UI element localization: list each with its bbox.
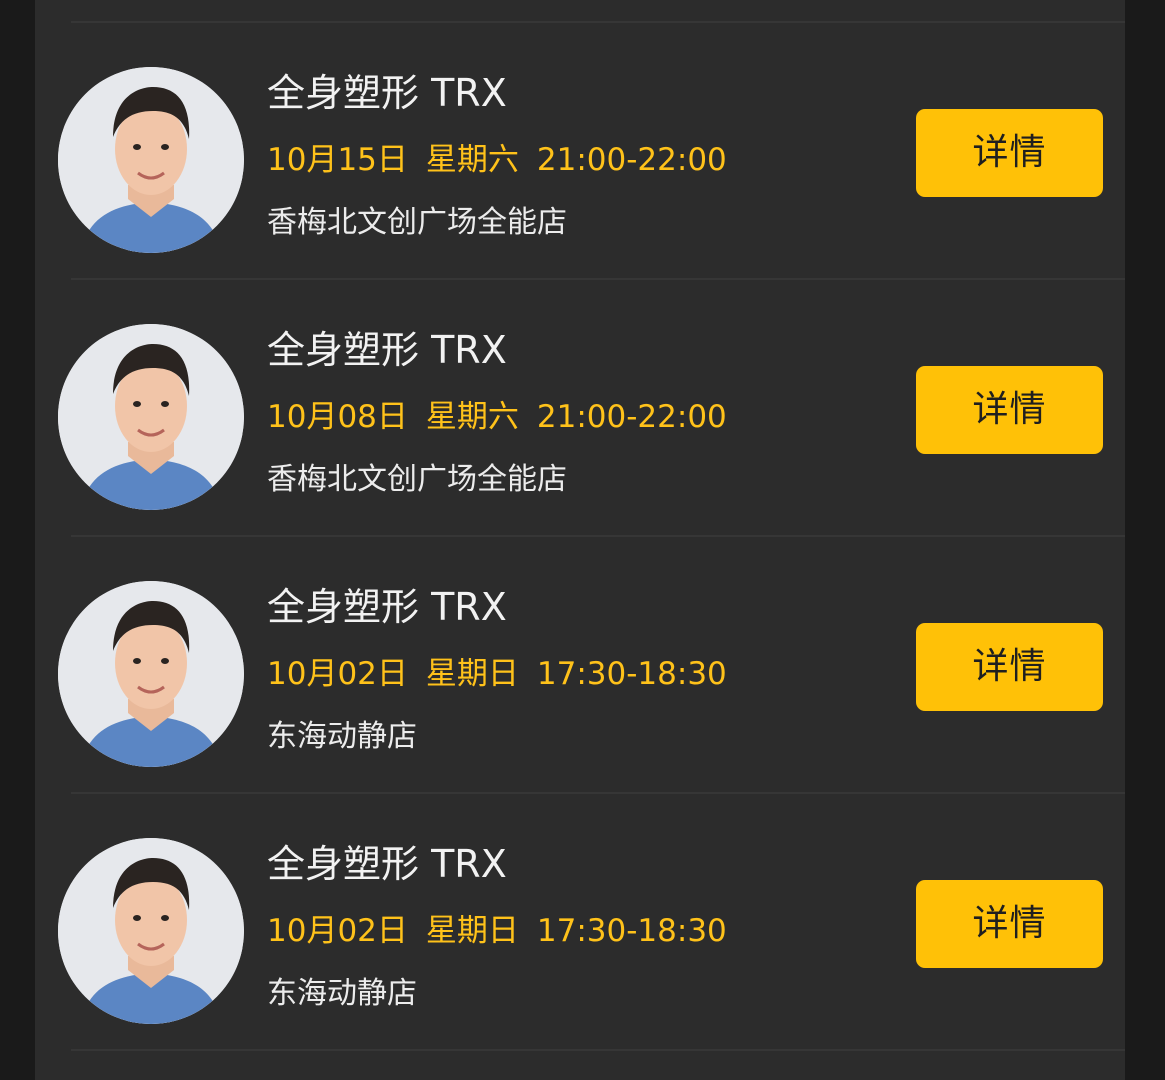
avatar-image bbox=[58, 581, 244, 767]
class-time: 10月08日 星期六 21:00-22:00 bbox=[267, 398, 727, 436]
class-weekday: 星期六 bbox=[425, 399, 519, 435]
details-button[interactable]: 详情 bbox=[916, 366, 1103, 454]
class-time: 10月02日 星期日 17:30-18:30 bbox=[267, 912, 727, 950]
class-weekday: 星期六 bbox=[425, 142, 519, 178]
avatar-image bbox=[58, 324, 244, 510]
class-date: 10月08日 bbox=[267, 399, 408, 435]
class-time-range: 17:30-18:30 bbox=[536, 913, 727, 949]
class-weekday: 星期日 bbox=[425, 656, 519, 692]
class-time: 10月02日 星期日 17:30-18:30 bbox=[267, 655, 727, 693]
list-item[interactable]: 全身塑形 TRX 10月08日 星期六 21:00-22:00 香梅北文创广场全能店… bbox=[35, 280, 1125, 537]
class-weekday: 星期日 bbox=[425, 913, 519, 949]
details-button[interactable]: 详情 bbox=[916, 623, 1103, 711]
class-title: 全身塑形 TRX bbox=[267, 328, 507, 372]
store-name: 东海动静店 bbox=[267, 976, 417, 1011]
list-item[interactable]: 全身塑形 TRX 10月02日 星期日 17:30-18:30 东海动静店 详情 bbox=[35, 537, 1125, 794]
class-title: 全身塑形 TRX bbox=[267, 585, 507, 629]
class-date: 10月02日 bbox=[267, 656, 408, 692]
details-button[interactable]: 详情 bbox=[916, 880, 1103, 968]
list-item[interactable]: 全身塑形 TRX 10月15日 星期六 21:00-22:00 香梅北文创广场全能店… bbox=[35, 23, 1125, 280]
class-title: 全身塑形 TRX bbox=[267, 71, 507, 115]
store-name: 香梅北文创广场全能店 bbox=[267, 205, 567, 240]
coach-avatar bbox=[58, 581, 244, 767]
store-name: 东海动静店 bbox=[267, 719, 417, 754]
class-list: 全身塑形 TRX 10月15日 星期六 21:00-22:00 香梅北文创广场全能店… bbox=[35, 0, 1125, 1080]
list-item[interactable]: 全身塑形 TRX 10月02日 星期日 17:30-18:30 东海动静店 详情 bbox=[35, 794, 1125, 1051]
avatar-image bbox=[58, 67, 244, 253]
class-title: 全身塑形 TRX bbox=[267, 842, 507, 886]
class-time: 10月15日 星期六 21:00-22:00 bbox=[267, 141, 727, 179]
coach-avatar bbox=[58, 838, 244, 1024]
coach-avatar bbox=[58, 67, 244, 253]
class-time-range: 21:00-22:00 bbox=[536, 142, 727, 178]
class-date: 10月02日 bbox=[267, 913, 408, 949]
avatar-image bbox=[58, 838, 244, 1024]
coach-avatar bbox=[58, 324, 244, 510]
class-time-range: 21:00-22:00 bbox=[536, 399, 727, 435]
row-divider bbox=[71, 1049, 1125, 1051]
store-name: 香梅北文创广场全能店 bbox=[267, 462, 567, 497]
details-button[interactable]: 详情 bbox=[916, 109, 1103, 197]
class-date: 10月15日 bbox=[267, 142, 408, 178]
class-time-range: 17:30-18:30 bbox=[536, 656, 727, 692]
